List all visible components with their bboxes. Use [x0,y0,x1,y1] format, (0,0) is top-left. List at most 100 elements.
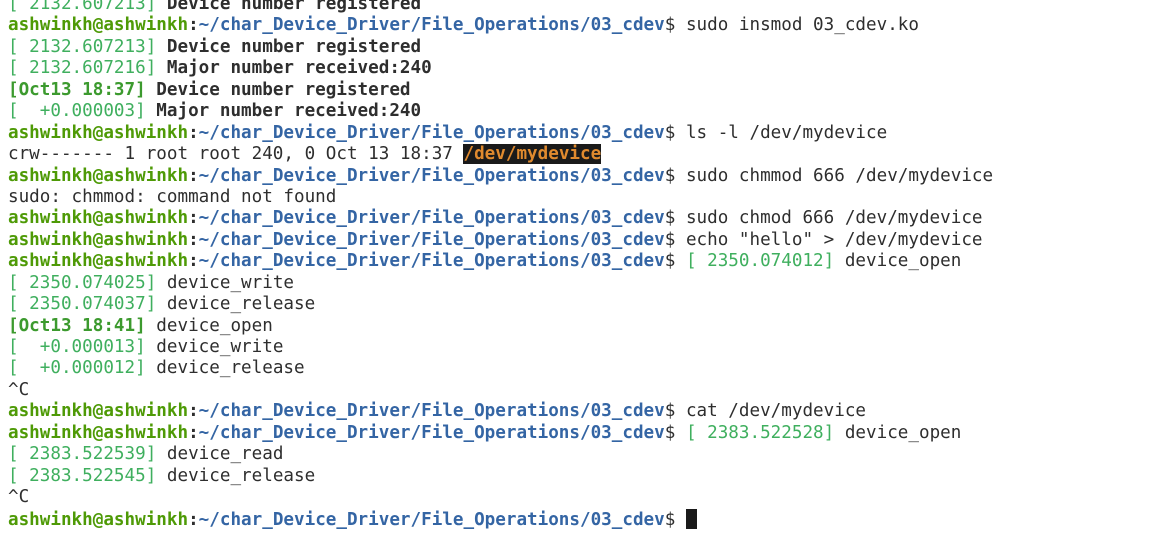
output-text: ^C [8,379,30,400]
prompt-colon: : [188,15,199,36]
prompt-user: ashwinkh@ashwinkh [8,422,189,443]
prompt-symbol: $ [664,422,686,443]
terminal-prompt-line: ashwinkh@ashwinkh:~/char_Device_Driver/F… [8,123,1151,144]
output-text: device_write [166,272,294,293]
terminal-output-line: [ 2132.607213] Device number registered [8,37,1151,58]
prompt-path: ~/char_Device_Driver/File_Operations/03_… [198,401,665,422]
text-cursor [685,508,697,529]
prompt-user: ashwinkh@ashwinkh [8,229,189,250]
output-text: Device number registered [166,36,422,57]
terminal-output-line: [ 2350.074037] device_release [8,294,1151,315]
terminal-output-line: [ 2383.522539] device_read [8,444,1151,465]
prompt-colon: : [188,422,199,443]
prompt-symbol: $ [664,122,686,143]
output-text: device_write [156,337,284,357]
prompt-symbol: $ [664,15,686,36]
terminal-output-line: [ 2350.074025] device_write [8,273,1151,294]
command-text: sudo insmod 03_cdev.ko [685,15,919,36]
command-text: sudo chmmod 666 /dev/mydevice [685,165,994,186]
terminal-output-line: [ +0.000013] device_write [8,337,1151,358]
prompt-symbol: $ [664,165,686,186]
log-timestamp: [ 2350.074025] [8,272,167,293]
prompt-user: ashwinkh@ashwinkh [8,251,189,272]
prompt-colon: : [188,122,199,143]
prompt-colon: : [188,165,199,186]
command-text: ls -l /dev/mydevice [685,122,888,143]
terminal-output-line: crw------- 1 root root 240, 0 Oct 13 18:… [8,144,1151,165]
output-text: device_release [166,294,316,315]
terminal-prompt-line: ashwinkh@ashwinkh:~/char_Device_Driver/F… [8,423,1151,444]
prompt-colon: : [188,251,199,272]
highlighted-path: /dev/mydevice [463,144,602,165]
terminal-output-line: [ +0.000012] device_release [8,358,1151,379]
log-timestamp: [ +0.000013] [8,337,157,357]
prompt-symbol: $ [664,229,686,250]
terminal-prompt-line: ashwinkh@ashwinkh:~/char_Device_Driver/F… [8,251,1151,272]
output-text: device_release [156,358,305,379]
prompt-symbol: $ [664,251,686,272]
log-timestamp: [ 2350.074037] [8,294,167,315]
prompt-symbol: $ [664,401,686,422]
prompt-user: ashwinkh@ashwinkh [8,122,189,143]
log-timestamp: [ 2350.074012] [685,251,845,272]
log-timestamp: [ 2383.522545] [8,465,167,486]
log-timestamp: [Oct13 18:37] [8,79,157,100]
prompt-path: ~/char_Device_Driver/File_Operations/03_… [198,15,665,36]
terminal-output-line: [ 2132.607213] Device number registered [8,0,1151,15]
prompt-user: ashwinkh@ashwinkh [8,165,189,186]
log-timestamp: [ 2132.607213] [8,36,167,57]
command-text: device_open [844,422,962,443]
log-timestamp: [Oct13 18:41] [8,315,157,336]
prompt-user: ashwinkh@ashwinkh [8,208,189,229]
prompt-symbol: $ [664,509,686,530]
log-timestamp: [ 2383.522539] [8,444,167,465]
command-text: sudo chmod 666 /dev/mydevice [685,208,983,229]
terminal-prompt-line: ashwinkh@ashwinkh:~/char_Device_Driver/F… [8,401,1151,422]
output-text: Device number registered [166,0,422,14]
terminal-output-line: [ 2132.607216] Major number received:240 [8,58,1151,79]
prompt-path: ~/char_Device_Driver/File_Operations/03_… [198,229,665,250]
terminal-output-line: [Oct13 18:41] device_open [8,316,1151,337]
output-text: Major number received:240 [156,101,422,122]
terminal-output-line: [Oct13 18:37] Device number registered [8,80,1151,101]
prompt-user: ashwinkh@ashwinkh [8,509,189,530]
command-text: device_open [844,251,962,272]
log-timestamp: [ +0.000003] [8,101,157,122]
output-text: ^C [8,487,30,508]
command-text: echo "hello" > /dev/mydevice [685,229,983,250]
output-text: device_open [156,315,273,336]
terminal-output-line: [ +0.000003] Major number received:240 [8,101,1151,122]
log-timestamp: [ 2132.607213] [8,0,167,14]
prompt-colon: : [188,401,199,422]
terminal-prompt-line: ashwinkh@ashwinkh:~/char_Device_Driver/F… [8,208,1151,229]
terminal-output-line: sudo: chmmod: command not found [8,187,1151,208]
terminal-output-line: ^C [8,380,1151,401]
log-timestamp: [ +0.000012] [8,358,157,379]
prompt-symbol: $ [664,208,686,229]
terminal-prompt-line: ashwinkh@ashwinkh:~/char_Device_Driver/F… [8,15,1151,36]
prompt-path: ~/char_Device_Driver/File_Operations/03_… [198,208,665,229]
terminal-output-line: ^C [8,487,1151,508]
log-timestamp: [ 2383.522528] [685,422,845,443]
output-text: Major number received:240 [166,58,432,79]
terminal-prompt-line: ashwinkh@ashwinkh:~/char_Device_Driver/F… [8,508,1151,530]
prompt-path: ~/char_Device_Driver/File_Operations/03_… [198,122,665,143]
terminal-prompt-line: ashwinkh@ashwinkh:~/char_Device_Driver/F… [8,230,1151,251]
prompt-colon: : [188,229,199,250]
prompt-user: ashwinkh@ashwinkh [8,401,189,422]
output-text: sudo: chmmod: command not found [8,186,337,207]
prompt-path: ~/char_Device_Driver/File_Operations/03_… [198,165,665,186]
prompt-path: ~/char_Device_Driver/File_Operations/03_… [198,422,665,443]
terminal-output[interactable]: [ 2132.607213] Device number registered a… [8,0,1151,530]
terminal-prompt-line: ashwinkh@ashwinkh:~/char_Device_Driver/F… [8,166,1151,187]
output-text: device_release [166,465,316,486]
log-timestamp: [ 2132.607216] [8,58,167,79]
output-text: device_read [166,444,284,465]
prompt-path: ~/char_Device_Driver/File_Operations/03_… [198,509,665,530]
prompt-colon: : [188,509,199,530]
output-text: Device number registered [156,79,411,100]
terminal-window[interactable]: [ 2132.607213] Device number registered a… [0,0,1151,540]
command-text: cat /dev/mydevice [685,401,867,422]
prompt-path: ~/char_Device_Driver/File_Operations/03_… [198,251,665,272]
terminal-output-line: [ 2383.522545] device_release [8,466,1151,487]
